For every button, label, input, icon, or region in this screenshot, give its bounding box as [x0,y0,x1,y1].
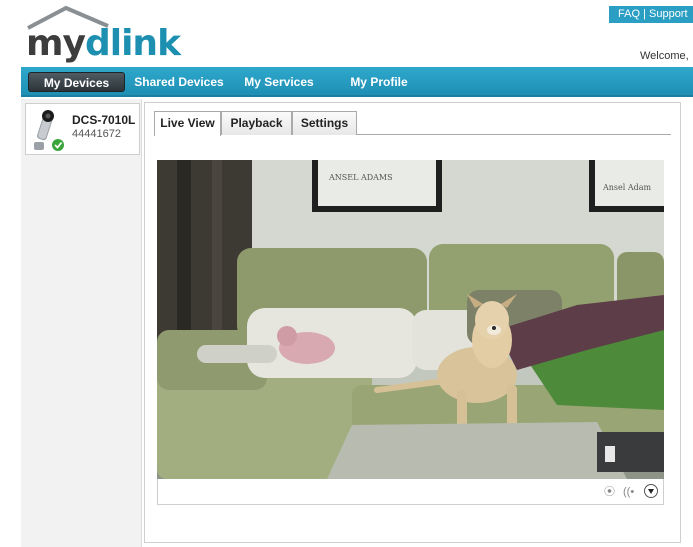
device-sidebar: DCS-7010L 44441672 [21,99,142,547]
welcome-text: Welcome, [640,50,689,62]
device-tabs: Live View Playback Settings [154,111,671,136]
camera-icon [34,110,64,151]
online-status-icon [52,139,64,151]
device-list-item[interactable]: DCS-7010L 44441672 [25,103,140,155]
device-name: DCS-7010L [72,113,136,127]
record-icon[interactable]: ⦿ [604,485,615,499]
logo-text: mydlink [26,23,181,64]
tab-playback[interactable]: Playback [221,111,292,135]
video-control-bar: ⦿ ((• [157,479,664,505]
poster-text-left: ANSEL ADAMS [328,173,393,182]
live-video-feed[interactable]: ANSEL ADAMS Ansel Adam [157,160,664,479]
device-id: 44441672 [72,128,121,140]
nav-tab-my-devices[interactable]: My Devices [28,72,125,92]
nav-tab-my-services[interactable]: My Services [243,72,315,92]
main-nav: My Devices Shared Devices My Services My… [21,67,693,97]
device-panel: Live View Playback Settings ANSEL ADAMS … [144,102,681,543]
top-links: FAQ | Support [609,6,693,23]
tab-settings[interactable]: Settings [292,111,357,135]
nav-tab-shared-devices[interactable]: Shared Devices [134,72,224,92]
link-separator: | [643,8,646,20]
poster-text-right: Ansel Adam [602,183,652,192]
video-frame: ANSEL ADAMS Ansel Adam [157,160,664,479]
faq-link[interactable]: FAQ [618,8,640,20]
tab-live-view[interactable]: Live View [154,111,221,136]
audio-icon[interactable]: ((• [623,485,634,499]
support-link[interactable]: Support [649,8,688,20]
mydlink-logo[interactable]: mydlink [22,4,181,66]
menu-down-icon[interactable] [644,484,658,498]
nav-tab-my-profile[interactable]: My Profile [348,72,410,92]
